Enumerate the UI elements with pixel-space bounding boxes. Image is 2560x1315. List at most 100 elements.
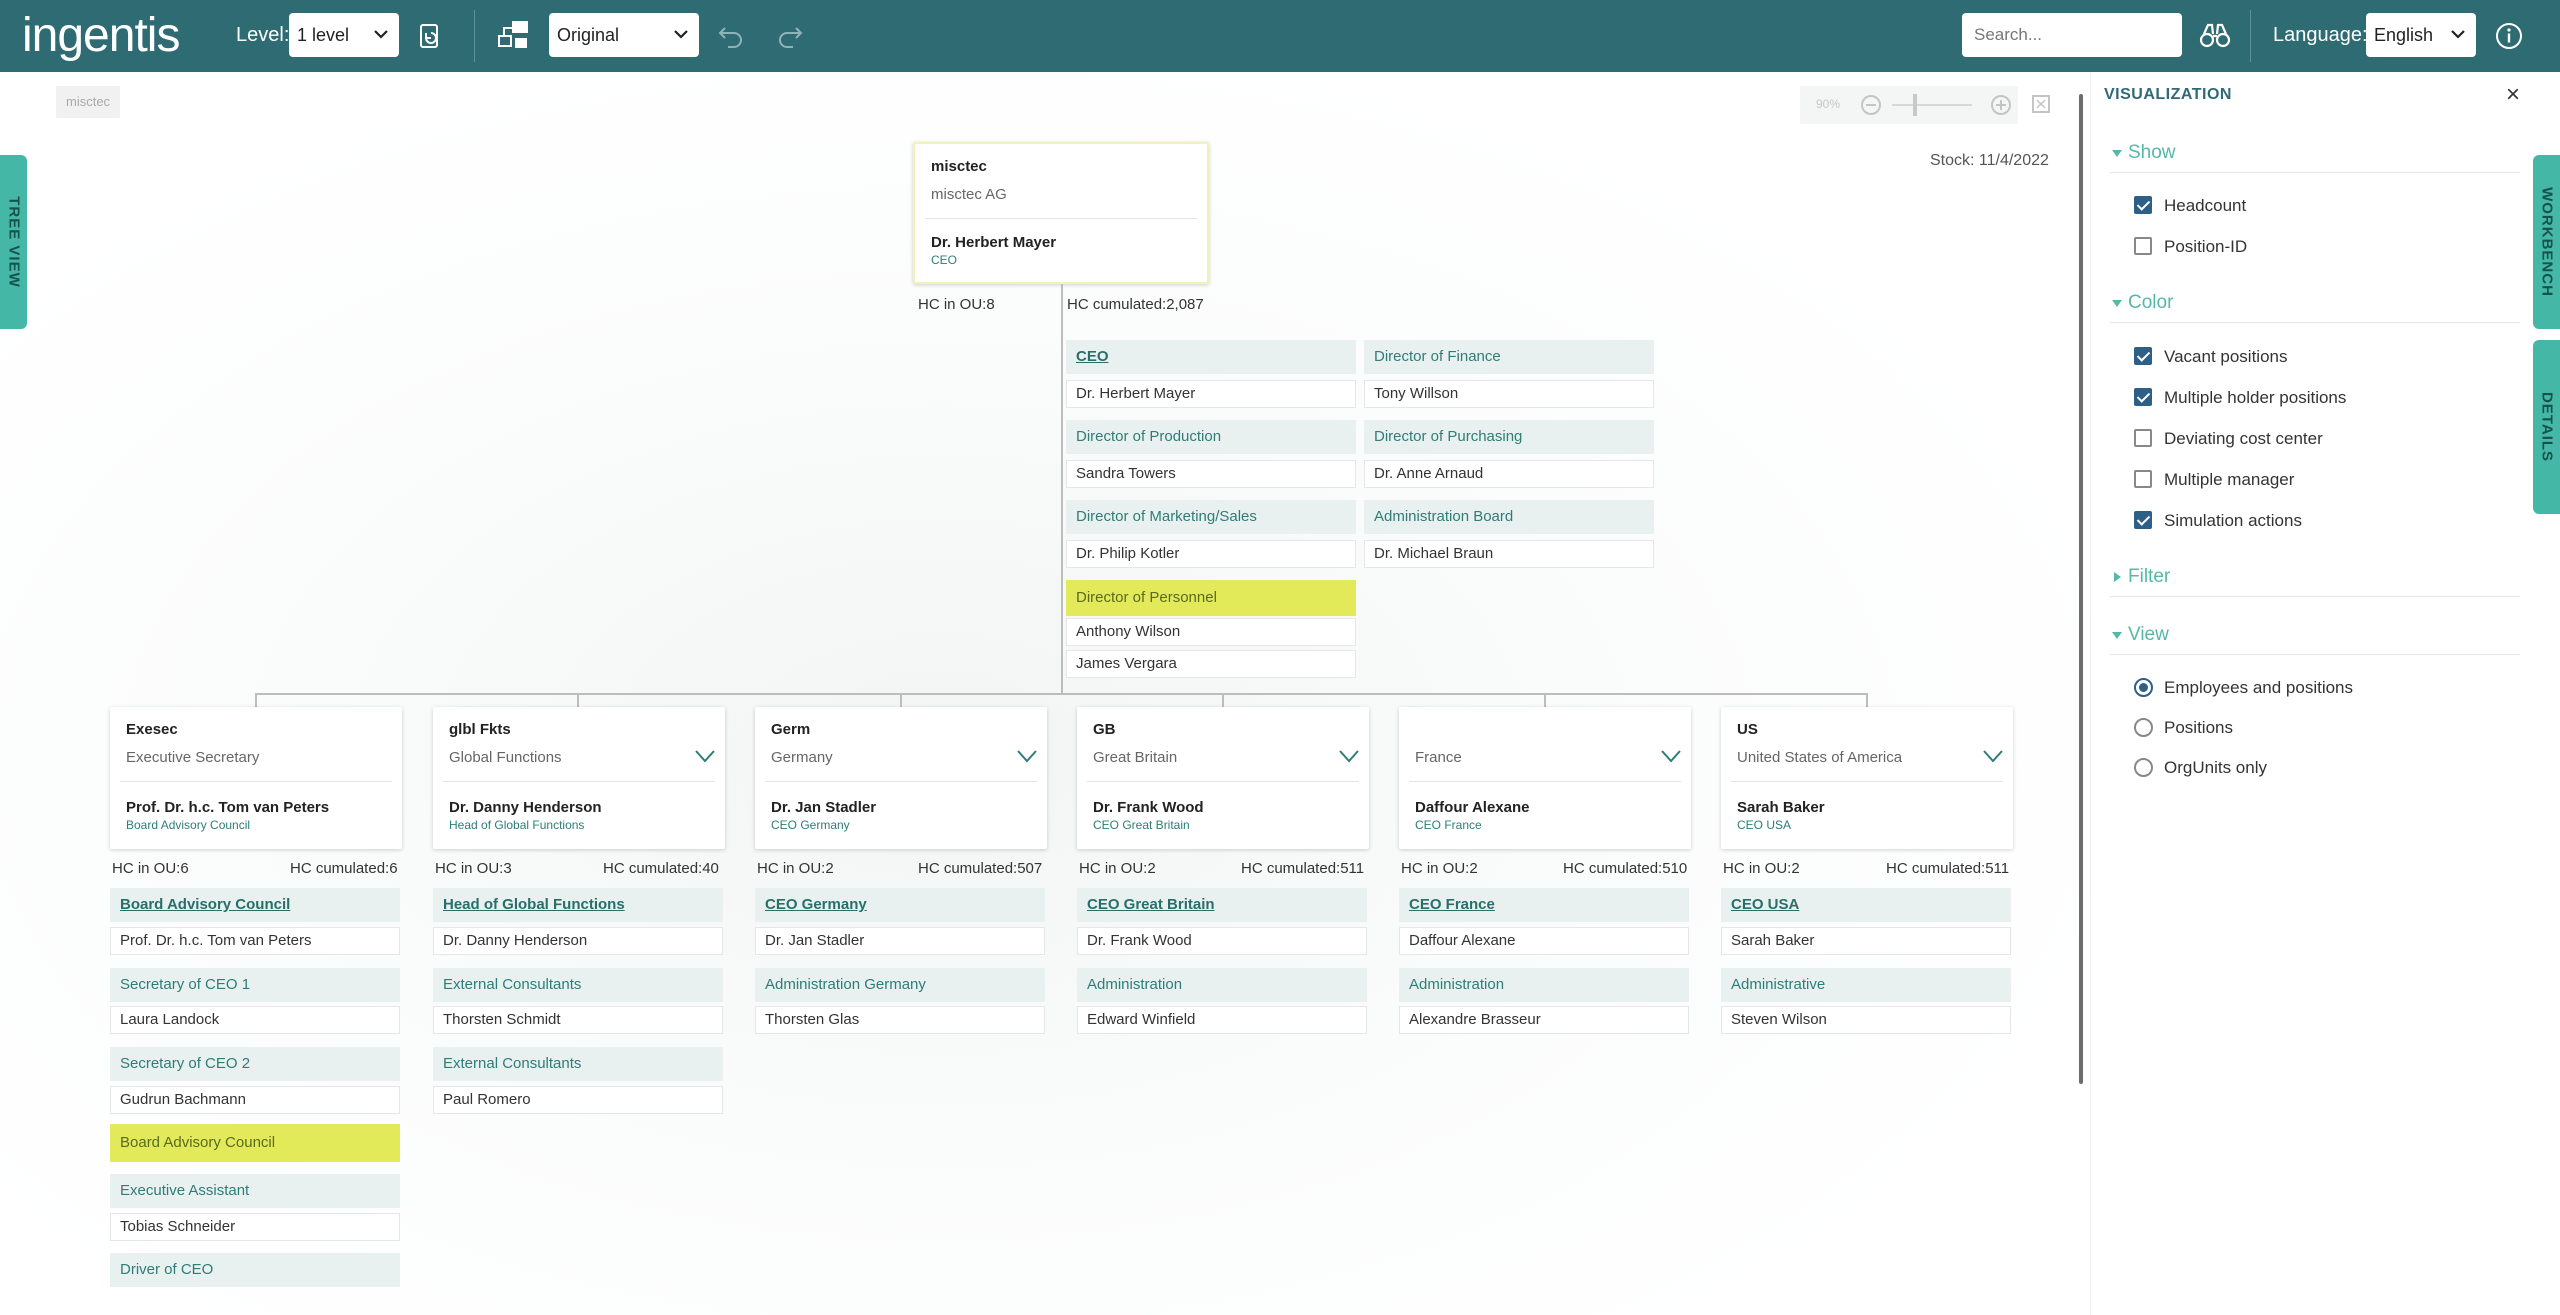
zoom-out-icon[interactable] bbox=[1860, 94, 1882, 116]
employee[interactable]: Dr. Jan Stadler bbox=[755, 927, 1045, 955]
refresh-layout-icon[interactable] bbox=[414, 20, 446, 52]
caret-right-icon[interactable] bbox=[2114, 572, 2121, 582]
section-color[interactable]: Color bbox=[2128, 292, 2173, 314]
language-select[interactable]: English bbox=[2366, 13, 2476, 57]
position[interactable]: External Consultants bbox=[433, 968, 723, 1002]
section-filter[interactable]: Filter bbox=[2128, 566, 2170, 588]
headcount-checkbox[interactable] bbox=[2134, 196, 2152, 214]
org-unit-card[interactable]: glbl Fkts Global Functions Dr. Danny Hen… bbox=[433, 707, 725, 849]
zoom-slider-handle[interactable] bbox=[1913, 94, 1917, 116]
employee[interactable]: Dr. Frank Wood bbox=[1077, 927, 1367, 955]
position[interactable]: CEO Germany bbox=[755, 888, 1045, 922]
level-select[interactable]: 1 level bbox=[289, 13, 399, 57]
position-director-purchasing[interactable]: Director of Purchasing bbox=[1364, 420, 1654, 454]
org-unit-card[interactable]: Exesec Executive Secretary Prof. Dr. h.c… bbox=[110, 707, 402, 849]
employee[interactable]: Sarah Baker bbox=[1721, 927, 2011, 955]
simulation-icon[interactable] bbox=[496, 18, 532, 54]
employee[interactable]: Tony Willson bbox=[1364, 380, 1654, 408]
tree-view-tab[interactable]: TREE VIEW bbox=[0, 155, 27, 329]
employee[interactable]: Dr. Philip Kotler bbox=[1066, 540, 1356, 568]
position-director-personnel[interactable]: Director of Personnel bbox=[1066, 580, 1356, 616]
multiple-manager-checkbox[interactable] bbox=[2134, 470, 2152, 488]
fit-to-screen-icon[interactable] bbox=[2030, 93, 2052, 115]
caret-down-icon[interactable] bbox=[2112, 300, 2122, 307]
orgunits-only-radio[interactable] bbox=[2134, 758, 2153, 777]
employee[interactable]: Laura Landock bbox=[110, 1006, 400, 1034]
position[interactable]: Board Advisory Council bbox=[110, 888, 400, 922]
position[interactable]: Secretary of CEO 2 bbox=[110, 1047, 400, 1081]
redo-icon[interactable] bbox=[775, 22, 805, 50]
position-administration-board[interactable]: Administration Board bbox=[1364, 500, 1654, 534]
position[interactable]: Head of Global Functions bbox=[433, 888, 723, 922]
expand-chevron-icon[interactable] bbox=[1659, 747, 1683, 765]
canvas-scrollbar[interactable] bbox=[2079, 94, 2083, 1084]
simulation-actions-checkbox[interactable] bbox=[2134, 511, 2152, 529]
expand-chevron-icon[interactable] bbox=[1337, 747, 1361, 765]
position-ceo[interactable]: CEO bbox=[1066, 340, 1356, 374]
zoom-in-icon[interactable] bbox=[1990, 94, 2012, 116]
position-director-production[interactable]: Director of Production bbox=[1066, 420, 1356, 454]
position[interactable]: CEO Great Britain bbox=[1077, 888, 1367, 922]
position[interactable]: Executive Assistant bbox=[110, 1174, 400, 1208]
section-show[interactable]: Show bbox=[2128, 142, 2176, 164]
employee[interactable]: Paul Romero bbox=[433, 1086, 723, 1114]
employee[interactable]: Edward Winfield bbox=[1077, 1006, 1367, 1034]
org-unit-card[interactable]: France Daffour Alexane CEO France bbox=[1399, 707, 1691, 849]
employee[interactable]: Dr. Danny Henderson bbox=[433, 927, 723, 955]
org-unit-card[interactable]: Germ Germany Dr. Jan Stadler CEO Germany bbox=[755, 707, 1047, 849]
org-unit-card[interactable]: US United States of America Sarah Baker … bbox=[1721, 707, 2013, 849]
search-input[interactable] bbox=[1962, 13, 2182, 57]
position[interactable]: Driver of CEO bbox=[110, 1253, 400, 1287]
manager-role: Board Advisory Council bbox=[126, 818, 251, 832]
employee[interactable]: Daffour Alexane bbox=[1399, 927, 1689, 955]
multiple-holder-checkbox[interactable] bbox=[2134, 388, 2152, 406]
employee[interactable]: Prof. Dr. h.c. Tom van Peters bbox=[110, 927, 400, 955]
position-id-checkbox[interactable] bbox=[2134, 237, 2152, 255]
position[interactable]: Administrative bbox=[1721, 968, 2011, 1002]
expand-chevron-icon[interactable] bbox=[693, 747, 717, 765]
org-name: Global Functions bbox=[449, 749, 562, 766]
position[interactable]: Administration bbox=[1077, 968, 1367, 1002]
employee[interactable]: Gudrun Bachmann bbox=[110, 1086, 400, 1114]
position[interactable]: Secretary of CEO 1 bbox=[110, 968, 400, 1002]
employee[interactable]: Sandra Towers bbox=[1066, 460, 1356, 488]
close-icon[interactable]: × bbox=[2506, 83, 2520, 107]
position[interactable]: Administration bbox=[1399, 968, 1689, 1002]
position[interactable]: CEO France bbox=[1399, 888, 1689, 922]
expand-chevron-icon[interactable] bbox=[1981, 747, 2005, 765]
breadcrumb[interactable]: misctec bbox=[56, 86, 121, 118]
scenario-select[interactable]: Original bbox=[549, 13, 699, 57]
workbench-tab[interactable]: WORKBENCH bbox=[2533, 155, 2560, 329]
deviating-cost-center-checkbox[interactable] bbox=[2134, 429, 2152, 447]
employee[interactable]: Thorsten Glas bbox=[755, 1006, 1045, 1034]
employee[interactable]: Tobias Schneider bbox=[110, 1213, 400, 1241]
details-tab[interactable]: DETAILS bbox=[2533, 340, 2560, 514]
position-director-finance[interactable]: Director of Finance bbox=[1364, 340, 1654, 374]
employee[interactable]: Anthony Wilson bbox=[1066, 618, 1356, 646]
binoculars-icon[interactable] bbox=[2199, 22, 2231, 50]
section-view[interactable]: View bbox=[2128, 624, 2169, 646]
employee[interactable]: Dr. Herbert Mayer bbox=[1066, 380, 1356, 408]
employee[interactable]: James Vergara bbox=[1066, 650, 1356, 678]
position[interactable]: Administration Germany bbox=[755, 968, 1045, 1002]
employee[interactable]: Dr. Michael Braun bbox=[1364, 540, 1654, 568]
root-org-card[interactable]: misctec misctec AG Dr. Herbert Mayer CEO bbox=[913, 142, 1209, 284]
info-icon[interactable] bbox=[2494, 21, 2524, 51]
position[interactable]: External Consultants bbox=[433, 1047, 723, 1081]
caret-down-icon[interactable] bbox=[2112, 150, 2122, 157]
positions-radio[interactable] bbox=[2134, 718, 2153, 737]
position-vacant[interactable]: Board Advisory Council bbox=[110, 1124, 400, 1162]
employee[interactable]: Dr. Anne Arnaud bbox=[1364, 460, 1654, 488]
position-director-marketing[interactable]: Director of Marketing/Sales bbox=[1066, 500, 1356, 534]
employee[interactable]: Alexandre Brasseur bbox=[1399, 1006, 1689, 1034]
employee[interactable]: Thorsten Schmidt bbox=[433, 1006, 723, 1034]
caret-down-icon[interactable] bbox=[2112, 632, 2122, 639]
vacant-positions-checkbox[interactable] bbox=[2134, 347, 2152, 365]
undo-icon[interactable] bbox=[716, 22, 746, 50]
employee[interactable]: Steven Wilson bbox=[1721, 1006, 2011, 1034]
expand-chevron-icon[interactable] bbox=[1015, 747, 1039, 765]
zoom-slider[interactable] bbox=[1892, 104, 1972, 106]
position[interactable]: CEO USA bbox=[1721, 888, 2011, 922]
employees-and-positions-radio[interactable] bbox=[2134, 678, 2153, 697]
org-unit-card[interactable]: GB Great Britain Dr. Frank Wood CEO Grea… bbox=[1077, 707, 1369, 849]
